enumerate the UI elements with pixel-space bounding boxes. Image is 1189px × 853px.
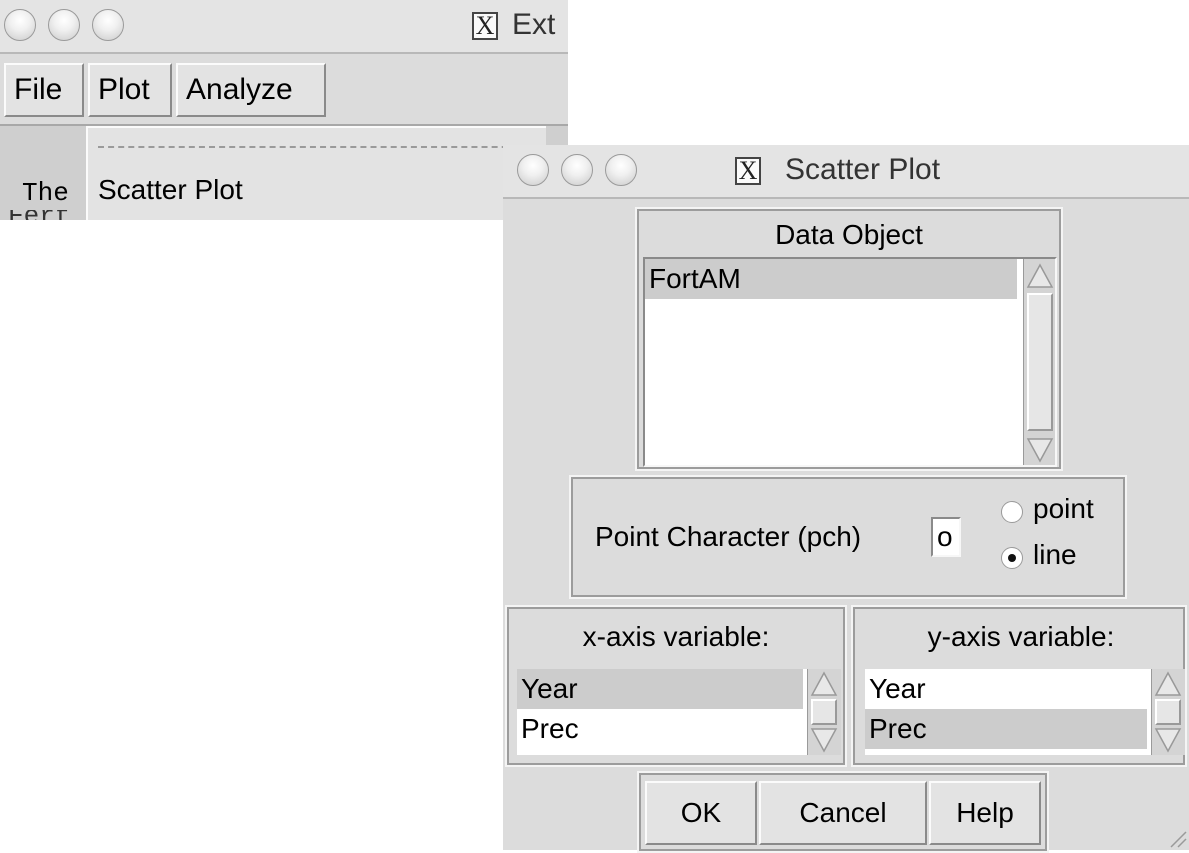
menu-bar: File Plot Analyze bbox=[0, 54, 568, 126]
button-group: OK Cancel Help bbox=[637, 771, 1049, 853]
scrollbar-thumb[interactable] bbox=[1155, 699, 1181, 725]
scrollbar-thumb[interactable] bbox=[811, 699, 837, 725]
cancel-button[interactable]: Cancel bbox=[759, 781, 927, 845]
dialog-body: Data Object FortAM Point Character (pch)… bbox=[503, 199, 1189, 853]
button-row: OK Cancel Help bbox=[645, 781, 1045, 845]
radio-line[interactable] bbox=[1001, 547, 1023, 569]
data-object-scrollbar[interactable] bbox=[1023, 259, 1055, 465]
x-axis-scrollbar[interactable] bbox=[807, 669, 841, 755]
scatter-plot-dialog: X Scatter Plot Data Object FortAM Point … bbox=[503, 145, 1189, 853]
dialog-titlebar[interactable]: X Scatter Plot bbox=[503, 145, 1189, 199]
y-axis-group: y-axis variable: Year Prec bbox=[851, 605, 1187, 767]
scroll-up-arrow-icon[interactable] bbox=[810, 669, 838, 699]
close-window-icon[interactable] bbox=[517, 154, 549, 186]
tearoff-line[interactable] bbox=[98, 146, 538, 148]
list-item[interactable]: Prec bbox=[865, 709, 1147, 749]
data-object-listbox[interactable]: FortAM bbox=[643, 257, 1057, 467]
point-character-group: Point Character (pch) o point line bbox=[569, 475, 1127, 599]
help-button[interactable]: Help bbox=[929, 781, 1041, 845]
plot-dropdown-menu: Scatter Plot bbox=[86, 126, 546, 220]
data-object-group: Data Object FortAM bbox=[635, 207, 1063, 471]
menu-item-scatter-plot[interactable]: Scatter Plot bbox=[98, 174, 243, 206]
resize-grip-icon[interactable] bbox=[1165, 826, 1187, 848]
ok-button[interactable]: OK bbox=[645, 781, 757, 845]
minimize-window-icon[interactable] bbox=[561, 154, 593, 186]
zoom-window-icon[interactable] bbox=[92, 9, 124, 41]
x-axis-listbox[interactable]: Year Prec bbox=[517, 669, 841, 755]
close-window-icon[interactable] bbox=[4, 9, 36, 41]
list-item[interactable]: FortAM bbox=[645, 259, 1017, 299]
dialog-title: Scatter Plot bbox=[785, 153, 941, 186]
menu-analyze[interactable]: Analyze bbox=[176, 63, 326, 117]
scroll-up-arrow-icon[interactable] bbox=[1026, 261, 1054, 291]
y-axis-scrollbar[interactable] bbox=[1151, 669, 1185, 755]
zoom-window-icon[interactable] bbox=[605, 154, 637, 186]
radio-selected-dot bbox=[1008, 554, 1016, 562]
data-object-label: Data Object bbox=[775, 219, 923, 250]
main-window-title: Ext bbox=[512, 8, 556, 41]
radio-point[interactable] bbox=[1001, 501, 1023, 523]
x-axis-group: x-axis variable: Year Prec bbox=[505, 605, 847, 767]
y-axis-listbox[interactable]: Year Prec bbox=[865, 669, 1185, 755]
radio-point-label[interactable]: point bbox=[1033, 493, 1094, 525]
body-text-partial: Fertil bbox=[8, 210, 68, 220]
menu-plot[interactable]: Plot bbox=[88, 63, 172, 117]
point-character-label: Point Character (pch) bbox=[595, 521, 862, 552]
scroll-down-arrow-icon[interactable] bbox=[1026, 435, 1054, 465]
main-window: X Ext File Plot Analyze The Fertil Scatt… bbox=[0, 0, 568, 220]
radio-line-label[interactable]: line bbox=[1033, 539, 1077, 571]
scroll-up-arrow-icon[interactable] bbox=[1154, 669, 1182, 699]
menu-file[interactable]: File bbox=[4, 63, 84, 117]
scrollbar-thumb[interactable] bbox=[1027, 293, 1053, 431]
list-item[interactable]: Year bbox=[865, 669, 1147, 709]
x11-icon: X bbox=[735, 157, 761, 185]
body-text: The bbox=[22, 178, 69, 208]
x-axis-label: x-axis variable: bbox=[582, 621, 770, 652]
scroll-down-arrow-icon[interactable] bbox=[1154, 725, 1182, 755]
y-axis-label: y-axis variable: bbox=[927, 621, 1115, 652]
list-item[interactable]: Prec bbox=[517, 709, 803, 749]
point-character-input[interactable]: o bbox=[931, 517, 961, 557]
minimize-window-icon[interactable] bbox=[48, 9, 80, 41]
list-item[interactable]: Year bbox=[517, 669, 803, 709]
x11-icon: X bbox=[472, 12, 498, 40]
main-window-titlebar[interactable]: X Ext bbox=[0, 0, 568, 54]
scroll-down-arrow-icon[interactable] bbox=[810, 725, 838, 755]
